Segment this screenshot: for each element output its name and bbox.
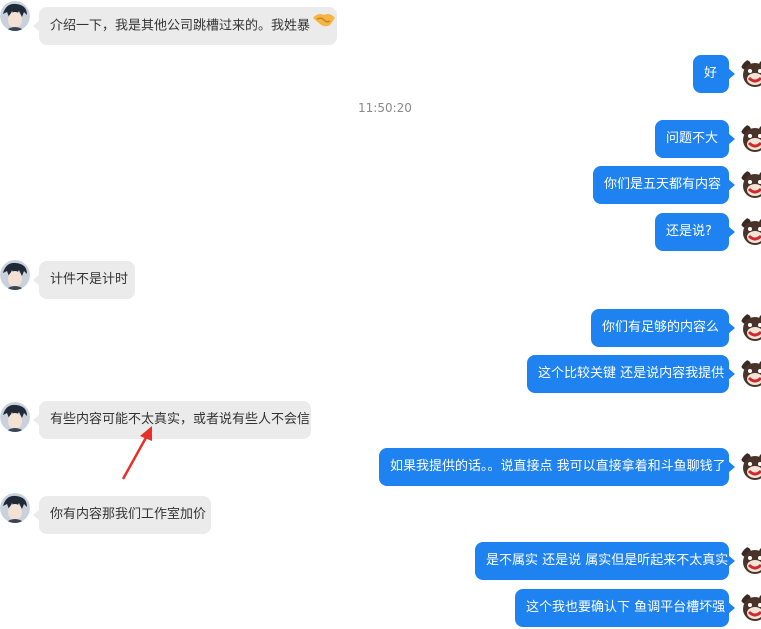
user-avatar[interactable] xyxy=(740,216,761,246)
message-bubble[interactable]: 有些内容可能不太真实，或者说有些人不会信 xyxy=(33,401,311,439)
message-text: 这个我也要确认下 鱼调平台槽坏强 xyxy=(526,600,726,615)
message-text: 计件不是计时 xyxy=(50,272,129,287)
message-bubble[interactable]: 计件不是计时 xyxy=(33,261,135,299)
message-bubble[interactable]: 你们是五天都有内容 xyxy=(593,166,735,204)
message-bubble[interactable]: 好 xyxy=(693,55,735,93)
contact-avatar[interactable] xyxy=(0,493,30,523)
message-bubble[interactable]: 问题不大 xyxy=(655,120,735,158)
message-text: 有些内容可能不太真实，或者说有些人不会信 xyxy=(50,412,311,427)
message-text: 你有内容那我们工作室加价 xyxy=(50,507,207,522)
message-text: 如果我提供的话。。说直接点 我可以直接拿着和斗鱼聊钱了 xyxy=(390,459,726,474)
message-text: 你们有足够的内容么 xyxy=(602,320,720,335)
message-bubble[interactable]: 还是说? xyxy=(655,213,735,251)
message-row-outgoing: 这个我也要确认下 鱼调平台槽坏强 xyxy=(0,589,761,629)
message-text: 还是说? xyxy=(666,224,712,239)
message-row-outgoing: 好 xyxy=(0,55,761,95)
user-avatar[interactable] xyxy=(740,169,761,199)
message-row-incoming: 计件不是计时 xyxy=(0,260,761,301)
user-avatar[interactable] xyxy=(740,592,761,622)
message-text: 好 xyxy=(704,66,718,81)
message-text: 是不属实 还是说 属实但是听起来不太真实 xyxy=(486,553,729,568)
message-text: 问题不大 xyxy=(666,131,719,146)
message-bubble[interactable]: 是不属实 还是说 属实但是听起来不太真实 xyxy=(475,542,735,580)
message-row-incoming: 你有内容那我们工作室加价 xyxy=(0,493,761,536)
contact-avatar[interactable] xyxy=(0,1,30,31)
message-bubble[interactable]: 你们有足够的内容么 xyxy=(591,309,735,347)
chat-conversation: 介绍一下，我是其他公司跳槽过来的。我姓暴 好 11:50:20 问题不大 你们是… xyxy=(0,0,761,627)
message-row-outgoing: 你们有足够的内容么 xyxy=(0,309,761,349)
message-text: 这个比较关键 还是说内容我提供 xyxy=(538,366,725,381)
handshake-emoji-icon xyxy=(312,7,336,45)
user-avatar[interactable] xyxy=(740,358,761,388)
user-avatar[interactable] xyxy=(740,545,761,575)
message-bubble[interactable]: 如果我提供的话。。说直接点 我可以直接拿着和斗鱼聊钱了 xyxy=(379,448,735,486)
contact-avatar[interactable] xyxy=(0,260,30,290)
message-bubble[interactable]: 你有内容那我们工作室加价 xyxy=(33,496,211,534)
message-row-incoming: 介绍一下，我是其他公司跳槽过来的。我姓暴 xyxy=(0,1,761,47)
message-text: 介绍一下，我是其他公司跳槽过来的。我姓暴 xyxy=(50,18,311,34)
message-row-outgoing: 你们是五天都有内容 xyxy=(0,166,761,206)
message-row-outgoing: 是不属实 还是说 属实但是听起来不太真实 xyxy=(0,542,761,582)
user-avatar[interactable] xyxy=(740,451,761,481)
message-bubble[interactable]: 这个比较关键 还是说内容我提供 xyxy=(527,355,735,393)
message-row-outgoing: 问题不大 xyxy=(0,120,761,160)
message-row-outgoing: 如果我提供的话。。说直接点 我可以直接拿着和斗鱼聊钱了 xyxy=(0,448,761,488)
message-text: 你们是五天都有内容 xyxy=(604,177,722,192)
contact-avatar[interactable] xyxy=(0,402,30,432)
message-row-incoming: 有些内容可能不太真实，或者说有些人不会信 xyxy=(0,401,761,441)
user-avatar[interactable] xyxy=(740,123,761,153)
user-avatar[interactable] xyxy=(740,58,761,88)
message-row-outgoing: 还是说? xyxy=(0,213,761,253)
message-bubble[interactable]: 这个我也要确认下 鱼调平台槽坏强 xyxy=(515,589,735,627)
message-row-outgoing: 这个比较关键 还是说内容我提供 xyxy=(0,355,761,395)
user-avatar[interactable] xyxy=(740,312,761,342)
message-bubble[interactable]: 介绍一下，我是其他公司跳槽过来的。我姓暴 xyxy=(33,7,337,45)
